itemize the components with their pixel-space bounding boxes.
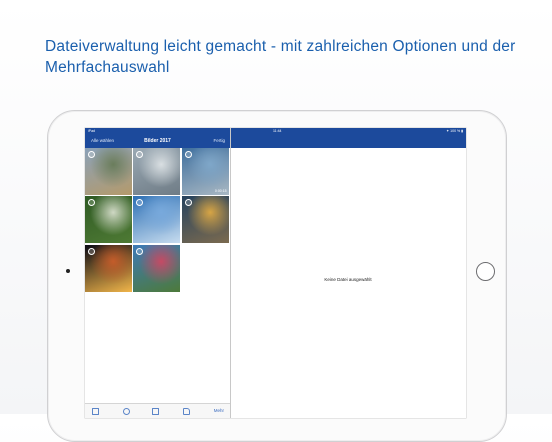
- more-button[interactable]: Mehr: [214, 408, 224, 413]
- photo-tile-clear-sky[interactable]: [133, 196, 181, 244]
- photo-tile-white-flower[interactable]: [85, 196, 132, 244]
- front-camera: [66, 269, 70, 273]
- done-button[interactable]: Fertig: [213, 138, 225, 143]
- home-button[interactable]: [476, 262, 495, 281]
- battery-indicator: ✦ 100 % ▮: [446, 129, 463, 133]
- video-duration: 0:00:15: [214, 189, 227, 193]
- headline: Dateiverwaltung leicht gemacht - mit zah…: [45, 38, 516, 76]
- photo-tile-sunset-clouds[interactable]: [181, 196, 229, 244]
- no-file-selected-label: Keine Datei ausgewählt: [324, 277, 372, 282]
- photo-tile-ferris-wheel[interactable]: [85, 244, 132, 292]
- file-list-pane: Alle wählen Bilder 2017 Fertig 0:00:15 M…: [85, 128, 231, 418]
- selection-circle-icon[interactable]: [88, 247, 95, 255]
- selection-circle-icon[interactable]: [184, 199, 192, 207]
- carrier-label: iPad: [88, 129, 96, 133]
- photo-tile-palace[interactable]: [85, 148, 132, 195]
- selection-circle-icon[interactable]: [88, 151, 95, 158]
- selection-circle-icon[interactable]: [136, 247, 144, 255]
- clock: 11:44: [273, 129, 282, 133]
- ipad-screen: Alle wählen Bilder 2017 Fertig 0:00:15 M…: [85, 128, 466, 418]
- photo-tile-blue-sky-video[interactable]: 0:00:15: [181, 148, 229, 195]
- selection-circle-icon[interactable]: [136, 199, 144, 207]
- selection-circle-icon[interactable]: [136, 151, 144, 158]
- selection-circle-icon[interactable]: [184, 151, 192, 158]
- photo-tile-sun-sky[interactable]: [133, 148, 181, 195]
- selection-circle-icon[interactable]: [88, 199, 95, 207]
- bottom-toolbar: Mehr: [85, 403, 230, 418]
- photo-tile-flower-garden[interactable]: [133, 244, 181, 292]
- folder-title: Bilder 2017: [144, 137, 171, 144]
- status-bar: iPad 11:44 ✦ 100 % ▮: [85, 128, 466, 135]
